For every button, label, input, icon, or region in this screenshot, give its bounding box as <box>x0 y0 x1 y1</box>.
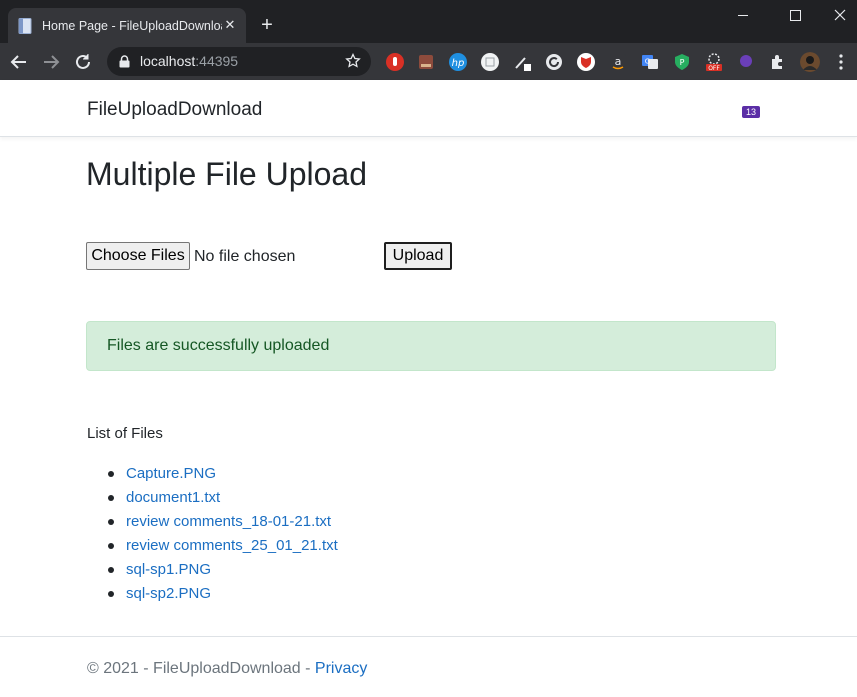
success-alert: Files are successfully uploaded <box>86 321 776 371</box>
list-item: sql-sp1.PNG <box>108 558 338 582</box>
file-list-heading: List of Files <box>87 425 163 442</box>
file-link[interactable]: sql-sp2.PNG <box>126 585 211 602</box>
url-host: localhost <box>140 53 196 69</box>
hp-icon[interactable]: hp <box>448 52 468 72</box>
page-title: Multiple File Upload <box>86 156 368 192</box>
off-badge-icon[interactable]: OFF <box>704 52 724 72</box>
pen-icon[interactable] <box>512 52 532 72</box>
site-navbar: FileUploadDownload <box>0 80 857 137</box>
vpn-shield-icon[interactable]: P <box>672 52 692 72</box>
browser-toolbar: localhost:44395 hp a G P OFF 13 <box>0 43 857 118</box>
shield-fox-icon[interactable] <box>576 52 596 72</box>
file-link[interactable]: document1.txt <box>126 489 220 506</box>
browser-tab-strip: Home Page - FileUploadDownload ✕ + <box>0 0 857 43</box>
browser-menu-icon[interactable] <box>836 52 846 72</box>
puzzle-icon[interactable] <box>768 52 788 72</box>
close-tab-icon[interactable]: ✕ <box>222 17 238 33</box>
choose-files-button[interactable]: Choose Files <box>86 242 190 270</box>
list-item: document1.txt <box>108 486 338 510</box>
refresh-circle-icon[interactable] <box>544 52 564 72</box>
translate-icon[interactable]: G <box>640 52 660 72</box>
minimize-button[interactable] <box>719 0 765 30</box>
back-arrow-icon[interactable] <box>8 51 30 73</box>
list-item: Capture.PNG <box>108 462 338 486</box>
bullet-icon <box>108 471 114 477</box>
file-link[interactable]: review comments_18-01-21.txt <box>126 513 331 530</box>
avatar[interactable] <box>800 52 820 72</box>
list-item: review comments_25_01_21.txt <box>108 534 338 558</box>
bullet-icon <box>108 567 114 573</box>
file-list: Capture.PNG document1.txt review comment… <box>108 462 338 606</box>
svg-text:a: a <box>615 55 622 68</box>
list-item: sql-sp2.PNG <box>108 582 338 606</box>
book-icon[interactable] <box>416 52 436 72</box>
forward-arrow-icon[interactable] <box>40 51 62 73</box>
close-window-button[interactable] <box>816 0 857 30</box>
copyright-text: © 2021 - FileUploadDownload - <box>87 660 315 677</box>
bullet-icon <box>108 495 114 501</box>
url-port: :44395 <box>195 53 239 69</box>
file-status-text: No file chosen <box>194 248 296 265</box>
bullet-icon <box>108 543 114 549</box>
navbar-brand[interactable]: FileUploadDownload <box>87 98 262 121</box>
footer-text: © 2021 - FileUploadDownload - Privacy <box>87 659 367 678</box>
red-hand-icon[interactable] <box>385 52 405 72</box>
upload-button[interactable]: Upload <box>384 242 452 270</box>
file-link[interactable]: sql-sp1.PNG <box>126 561 211 578</box>
amazon-icon[interactable]: a <box>608 52 628 72</box>
white-box-icon[interactable] <box>480 52 500 72</box>
list-item: review comments_18-01-21.txt <box>108 510 338 534</box>
new-tab-button[interactable]: + <box>256 14 278 36</box>
svg-text:G: G <box>645 58 650 66</box>
reload-icon[interactable] <box>72 51 94 73</box>
file-link[interactable]: review comments_25_01_21.txt <box>126 537 338 554</box>
file-link[interactable]: Capture.PNG <box>126 465 216 482</box>
bullet-icon <box>108 591 114 597</box>
document-icon <box>18 18 32 34</box>
maximize-button[interactable] <box>772 0 818 30</box>
privacy-link[interactable]: Privacy <box>315 660 367 677</box>
svg-text:OFF: OFF <box>708 65 720 72</box>
purple-cloud-icon[interactable] <box>736 52 756 72</box>
alert-text: Files are successfully uploaded <box>107 337 330 354</box>
browser-tab[interactable]: Home Page - FileUploadDownload ✕ <box>8 8 246 43</box>
site-footer: © 2021 - FileUploadDownload - Privacy <box>0 636 857 697</box>
lock-icon[interactable] <box>119 55 130 68</box>
bookmark-star-icon[interactable] <box>345 53 361 69</box>
svg-text:hp: hp <box>452 58 465 69</box>
tab-title: Home Page - FileUploadDownload <box>42 19 222 33</box>
bullet-icon <box>108 519 114 525</box>
url-text[interactable]: localhost:44395 <box>140 53 238 70</box>
address-bar[interactable]: localhost:44395 <box>107 47 371 76</box>
svg-text:P: P <box>680 58 685 67</box>
